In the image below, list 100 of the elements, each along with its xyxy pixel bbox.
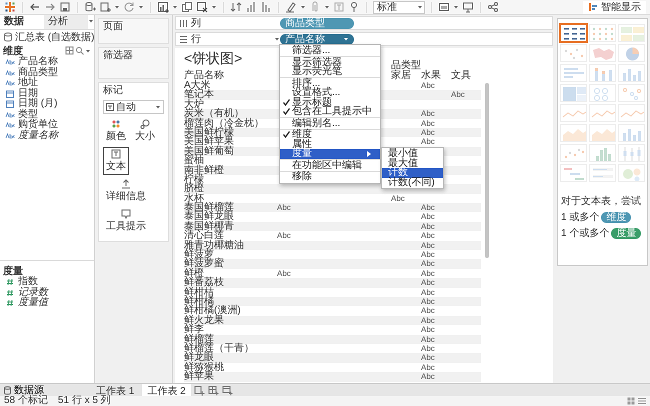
circles-icon — [140, 119, 150, 129]
row-header: 南非鲜橙 — [184, 166, 224, 175]
sort-descending-icon[interactable] — [260, 1, 272, 13]
field-item[interactable]: 度量值 — [0, 298, 94, 308]
sheet-tab[interactable]: 工作表 1 — [91, 384, 140, 396]
menu-item[interactable]: 最小值 — [382, 149, 443, 158]
table-cell: Abc — [421, 334, 435, 344]
chart-type-button[interactable] — [560, 24, 587, 42]
column-header: 水果 — [421, 71, 442, 81]
gantt-chart-icon — [561, 165, 586, 181]
marks-button[interactable]: 文本 — [103, 147, 129, 175]
row-header: 鲜橙 — [184, 268, 204, 278]
menu-item[interactable]: 显示筛选器 — [280, 58, 380, 67]
field-item[interactable]: 商品类型 — [0, 68, 94, 78]
field-item[interactable]: 地址 — [0, 78, 94, 88]
field-item[interactable]: 日期 — [0, 88, 94, 99]
save-icon[interactable] — [59, 1, 71, 13]
refresh-icon[interactable] — [123, 1, 135, 13]
field-item[interactable]: 度量名称 — [0, 130, 94, 141]
field-item[interactable]: 类型 — [0, 110, 94, 120]
card-title: 页面 — [103, 21, 123, 33]
card-title: 筛选器 — [103, 50, 133, 62]
text-box-icon — [111, 149, 121, 159]
dot-grid-icon — [590, 25, 615, 41]
menu-item[interactable]: 维度 — [280, 130, 380, 140]
search-icon[interactable] — [75, 46, 84, 55]
table-cell: Abc — [421, 259, 435, 269]
field-item[interactable]: 购货单位 — [0, 120, 94, 130]
scrollbar[interactable] — [485, 83, 489, 258]
table-cell: Abc — [421, 222, 435, 232]
menu-item[interactable]: 筛选器... — [280, 46, 380, 56]
chart-add-icon[interactable] — [157, 1, 169, 13]
layout-select[interactable]: 标准 — [373, 0, 425, 14]
sheet-add-icon[interactable] — [99, 1, 111, 13]
duplicate-icon[interactable] — [181, 1, 193, 13]
table-cell: Abc — [421, 81, 435, 90]
highlight-table-icon — [619, 25, 644, 41]
panel-tab[interactable]: 分析 — [44, 15, 88, 29]
menu-item[interactable]: 最大值 — [382, 158, 443, 168]
marks-button[interactable]: 工具提示 — [103, 207, 149, 235]
text-table-icon — [561, 25, 586, 41]
menu-item[interactable]: 属性 — [280, 140, 380, 149]
row-header: 雅青功椰糖油 — [184, 240, 244, 250]
forward-icon[interactable] — [44, 1, 56, 13]
table-cell: Abc — [421, 353, 435, 363]
highlighter-icon[interactable] — [285, 1, 297, 13]
pin-icon[interactable] — [348, 1, 360, 13]
database-icon — [3, 386, 12, 394]
plus-logo-icon[interactable] — [4, 1, 16, 13]
swap-icon[interactable] — [230, 1, 242, 13]
row-header: 柠檬 — [184, 174, 204, 184]
column-group-header: 品类型 — [391, 61, 421, 71]
marks-button[interactable]: 颜色 — [103, 117, 129, 145]
new-story-icon[interactable] — [222, 384, 233, 396]
table-cell: Abc — [421, 118, 435, 128]
row-header: 鲜龙眼 — [184, 353, 214, 363]
table-cell: Abc — [421, 128, 435, 138]
menu-item[interactable]: 排序... — [280, 78, 380, 88]
menu-item[interactable]: 计数(不同) — [382, 178, 443, 187]
table-cell: Abc — [277, 231, 291, 241]
clear-sheet-icon[interactable] — [196, 1, 208, 13]
fit-icon[interactable] — [438, 1, 450, 13]
field-item[interactable]: 记录数 — [0, 288, 94, 298]
smart-show-button[interactable]: 智能显示 — [583, 0, 646, 14]
sheet-tab[interactable]: 工作表 2 — [142, 384, 191, 396]
chart-icon — [588, 2, 598, 12]
field-item[interactable]: 日期 (月) — [0, 99, 94, 110]
table-cell: Abc — [421, 203, 435, 212]
menu-item[interactable]: 移除 — [280, 172, 380, 182]
card-title: 标记 — [103, 85, 123, 97]
new-dashboard-icon[interactable] — [208, 384, 219, 396]
menu-item[interactable]: 在功能区中编辑 — [280, 160, 380, 170]
share-icon[interactable] — [487, 1, 499, 13]
data-source-name: 汇总表 (自选数据) — [15, 30, 94, 44]
menu-item[interactable]: 显示荧光笔 — [280, 67, 380, 76]
menu-item[interactable]: 包含在工具提示中 — [280, 107, 380, 116]
back-icon[interactable] — [29, 1, 41, 13]
presentation-icon[interactable] — [462, 1, 474, 13]
hash-icon — [5, 298, 15, 308]
menu-item[interactable]: 设置格式... — [280, 88, 380, 98]
field-item[interactable]: 产品名称 — [0, 57, 94, 68]
column-header: 产品名称 — [184, 71, 225, 81]
calendar-icon — [5, 88, 15, 99]
table-cell: Abc — [421, 362, 435, 372]
marks-button[interactable]: 详细信息 — [103, 177, 149, 205]
grid-view-icon[interactable] — [627, 397, 635, 405]
field-item[interactable]: 指数 — [0, 277, 94, 288]
new-sheet-icon[interactable] — [194, 384, 205, 396]
list-view-icon[interactable] — [638, 397, 646, 405]
marks-button[interactable]: 大小 — [132, 117, 158, 145]
menu-item[interactable]: 显示标题 — [280, 98, 380, 107]
menu-item[interactable]: 编辑别名... — [280, 118, 380, 128]
check-icon — [282, 130, 291, 140]
row-header: 泰国鲜榴莲 — [184, 203, 234, 212]
database-add-icon[interactable] — [84, 1, 96, 13]
text-type-icon — [5, 78, 15, 88]
row-header: 脐橙 — [184, 184, 204, 194]
row-header: 鲜柑桔 — [184, 288, 214, 297]
mark-type-select[interactable]: 自动 — [103, 100, 164, 114]
grid-icon[interactable] — [65, 46, 74, 55]
